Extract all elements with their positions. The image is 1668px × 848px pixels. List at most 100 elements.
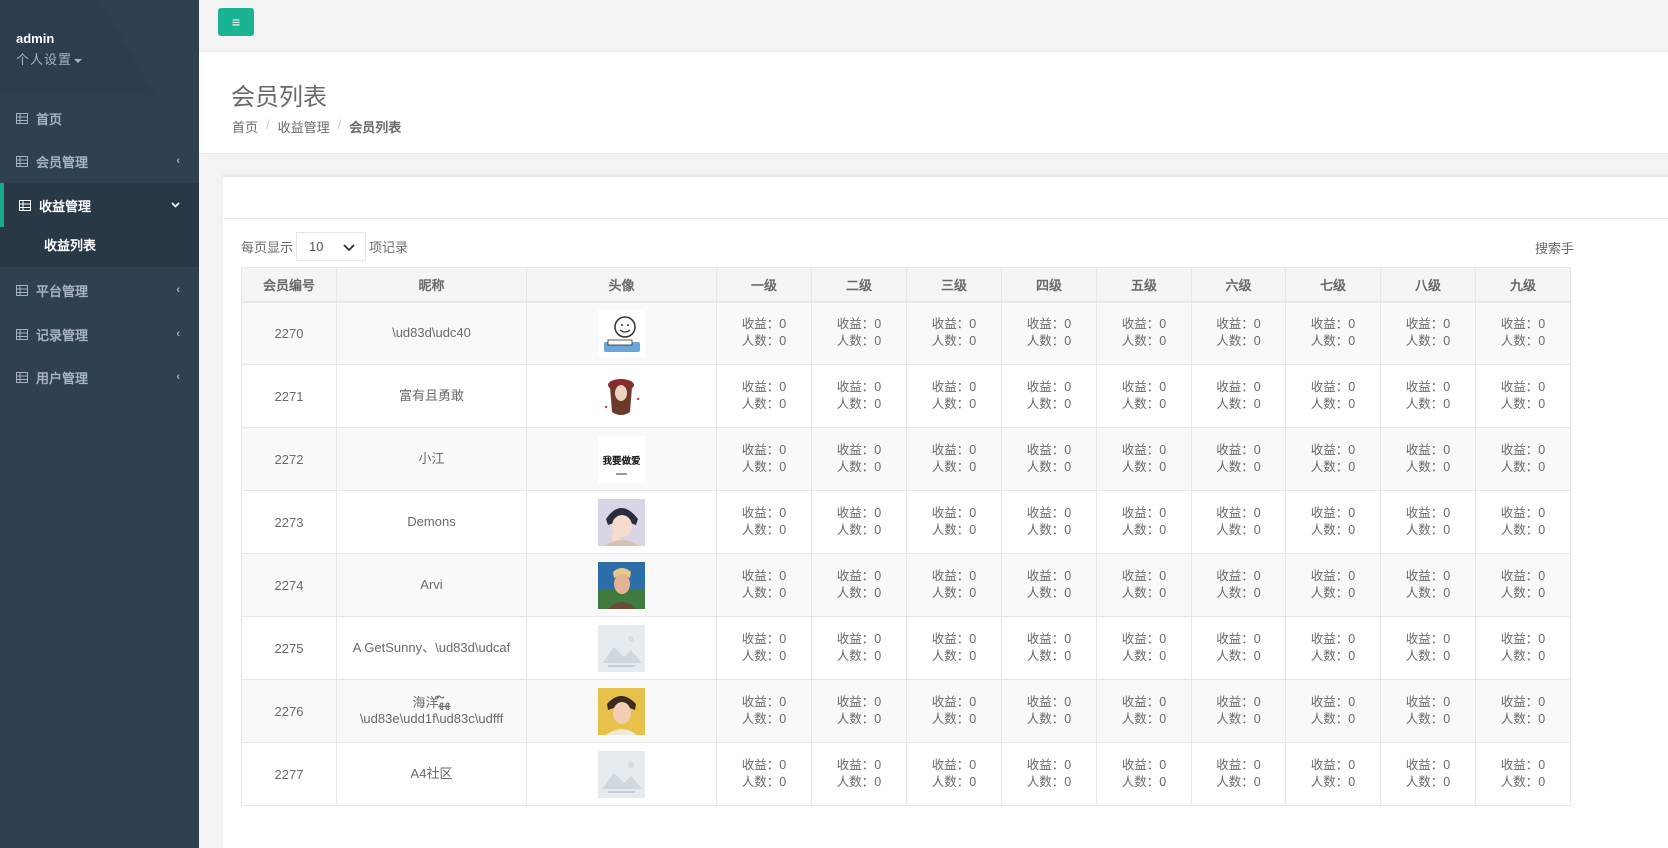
sidebar-item-earnings[interactable]: 收益管理 [0,183,199,227]
avatar-image[interactable] [598,750,645,798]
member-count-value: 人数：0 [1216,523,1261,537]
sidebar-item-label: 收益管理 [39,198,92,214]
sidebar-item-label: 首页 [36,111,63,127]
column-header[interactable]: 七级 [1285,267,1381,303]
earnings-value: 收益：0 [1310,380,1356,394]
avatar-image[interactable]: 我要做爱 [598,435,645,483]
breadcrumb-earnings[interactable]: 收益管理 [278,117,330,136]
avatar-image[interactable] [598,309,645,357]
member-id-cell: 2275 [241,616,337,680]
member-count-value: 人数：0 [1026,586,1072,600]
earnings-value: 收益：0 [1216,632,1261,646]
table-row[interactable]: 2276 海洋ﻬ໌ﻬ \ud83e\udd1f\ud83c\udfff 收益：0 人数… [241,679,1571,743]
level-earnings-cell: 收益：0 人数：0 [716,301,812,365]
nickname-cell: A4社区 [336,742,527,806]
column-header[interactable]: 头像 [526,267,717,303]
avatar-image[interactable] [598,561,645,609]
level-earnings-cell: 收益：0 人数：0 [716,679,812,743]
level-earnings-cell: 收益：0 人数：0 [1191,679,1286,743]
avatar-image[interactable] [598,498,645,546]
sidebar-item-platform[interactable]: 平台管理 ‹ [0,268,199,312]
avatar-cell [526,616,717,680]
breadcrumb-home[interactable]: 首页 [232,117,258,136]
submenu-item-earnings-list[interactable]: 收益列表 [44,235,96,254]
table-row[interactable]: 2274 Arvi 收益：0 人数：0 收益：0 人数：0 收益：0 人数：0 收益：0 人数：0… [241,553,1571,617]
level-earnings-cell: 收益：0 人数：0 [1191,553,1286,617]
member-count-value: 人数：0 [1121,649,1167,663]
level-earnings-cell: 收益：0 人数：0 [906,490,1002,554]
member-count-value: 人数：0 [931,649,977,663]
page-title: 会员列表 [231,84,327,111]
chevron-left-icon: ‹ [176,155,180,167]
level-earnings-cell: 收益：0 人数：0 [906,301,1002,365]
sidebar-item-home[interactable]: 首页 [0,96,199,140]
level-earnings-cell: 收益：0 人数：0 [906,427,1002,491]
table-row[interactable]: 2270 \ud83d\udc40 收益：0 人数：0 收益：0 人数：0 收益：0 人数：0… [241,301,1571,365]
page-length-select[interactable]: 10 [296,232,367,261]
column-header[interactable]: 四级 [1001,267,1097,303]
level-earnings-cell: 收益：0 人数：0 [1380,490,1476,554]
nickname-cell: 小江 [336,427,527,491]
avatar-text: 我要做爱 [602,455,641,467]
level-earnings-cell: 收益：0 人数：0 [1475,679,1571,743]
avatar-image[interactable] [598,624,645,672]
member-count-value: 人数：0 [1121,712,1167,726]
avatar-image[interactable] [598,372,645,420]
column-header[interactable]: 九级 [1475,267,1571,303]
earnings-value: 收益：0 [931,443,977,457]
earnings-value: 收益：0 [741,695,787,709]
level-earnings-cell: 收益：0 人数：0 [1096,364,1192,428]
member-count-value: 人数：0 [1121,586,1167,600]
table-row[interactable]: 2275 A GetSunny、\ud83d\udcaf 收益：0 人数：0 收益：0 人… [241,616,1571,680]
column-header[interactable]: 六级 [1191,267,1286,303]
column-header[interactable]: 会员编号 [241,267,337,303]
level-earnings-cell: 收益：0 人数：0 [811,301,907,365]
table-row[interactable]: 2277 A4社区 收益：0 人数：0 收益：0 人数：0 收益：0 人数：0 收益：0 人数：0… [241,742,1571,806]
member-count-value: 人数：0 [1500,649,1546,663]
level-earnings-cell: 收益：0 人数：0 [1285,490,1381,554]
member-count-value: 人数：0 [1121,397,1167,411]
member-count-value: 人数：0 [1216,712,1261,726]
column-header[interactable]: 三级 [906,267,1002,303]
level-earnings-cell: 收益：0 人数：0 [1380,679,1476,743]
table-row[interactable]: 2273 Demons 收益：0 人数：0 收益：0 人数：0 收益：0 人数：0 收益：0 人数… [241,490,1571,554]
earnings-value: 收益：0 [836,569,882,583]
avatar-cell [526,301,717,365]
nickname-cell: 富有且勇敢 [336,364,527,428]
column-header[interactable]: 五级 [1096,267,1192,303]
table-row[interactable]: 2272 小江 我要做爱 收益：0 人数：0 收益：0 人数：0 收益：0 人数：0 收益：0 人数… [241,427,1571,491]
column-header[interactable]: 二级 [811,267,907,303]
chevron-left-icon: ‹ [176,284,180,296]
earnings-value: 收益：0 [741,569,787,583]
column-header[interactable]: 昵称 [336,267,527,303]
earnings-value: 收益：0 [836,506,882,520]
level-earnings-cell: 收益：0 人数：0 [1096,427,1192,491]
earnings-value: 收益：0 [1405,317,1451,332]
sidebar-item-records[interactable]: 记录管理 ‹ [0,312,199,356]
member-count-value: 人数：0 [1216,649,1261,663]
menu-toggle-button[interactable]: ≡ [218,8,254,36]
earnings-value: 收益：0 [1026,569,1072,583]
member-count-value: 人数：0 [931,397,977,411]
level-earnings-cell: 收益：0 人数：0 [1096,490,1192,554]
page-length-value: 10 [309,239,324,254]
nickname-cell: A GetSunny、\ud83d\udcaf [336,616,527,680]
earnings-value: 收益：0 [836,695,882,709]
sidebar-item-members[interactable]: 会员管理 ‹ [0,139,199,183]
profile-username[interactable]: admin [16,31,82,46]
member-count-value: 人数：0 [741,775,787,789]
member-count-value: 人数：0 [1500,775,1546,789]
avatar-image[interactable] [598,687,645,735]
level-earnings-cell: 收益：0 人数：0 [1001,616,1097,680]
level-earnings-cell: 收益：0 人数：0 [1475,742,1571,806]
table-row[interactable]: 2271 富有且勇敢 收益：0 人数：0 收益：0 人数：0 收益：0 人数：0 收益：0 人数：… [241,364,1571,428]
profile-settings-dropdown[interactable]: 个人设置 [16,49,83,68]
level-earnings-cell: 收益：0 人数：0 [1001,301,1097,365]
member-count-value: 人数：0 [1310,523,1356,537]
column-header[interactable]: 八级 [1380,267,1476,303]
column-header[interactable]: 一级 [716,267,812,303]
sidebar-item-users[interactable]: 用户管理 ‹ [0,355,199,399]
member-count-value: 人数：0 [741,586,787,600]
member-count-value: 人数：0 [1310,649,1356,663]
member-id-cell: 2272 [241,427,337,491]
